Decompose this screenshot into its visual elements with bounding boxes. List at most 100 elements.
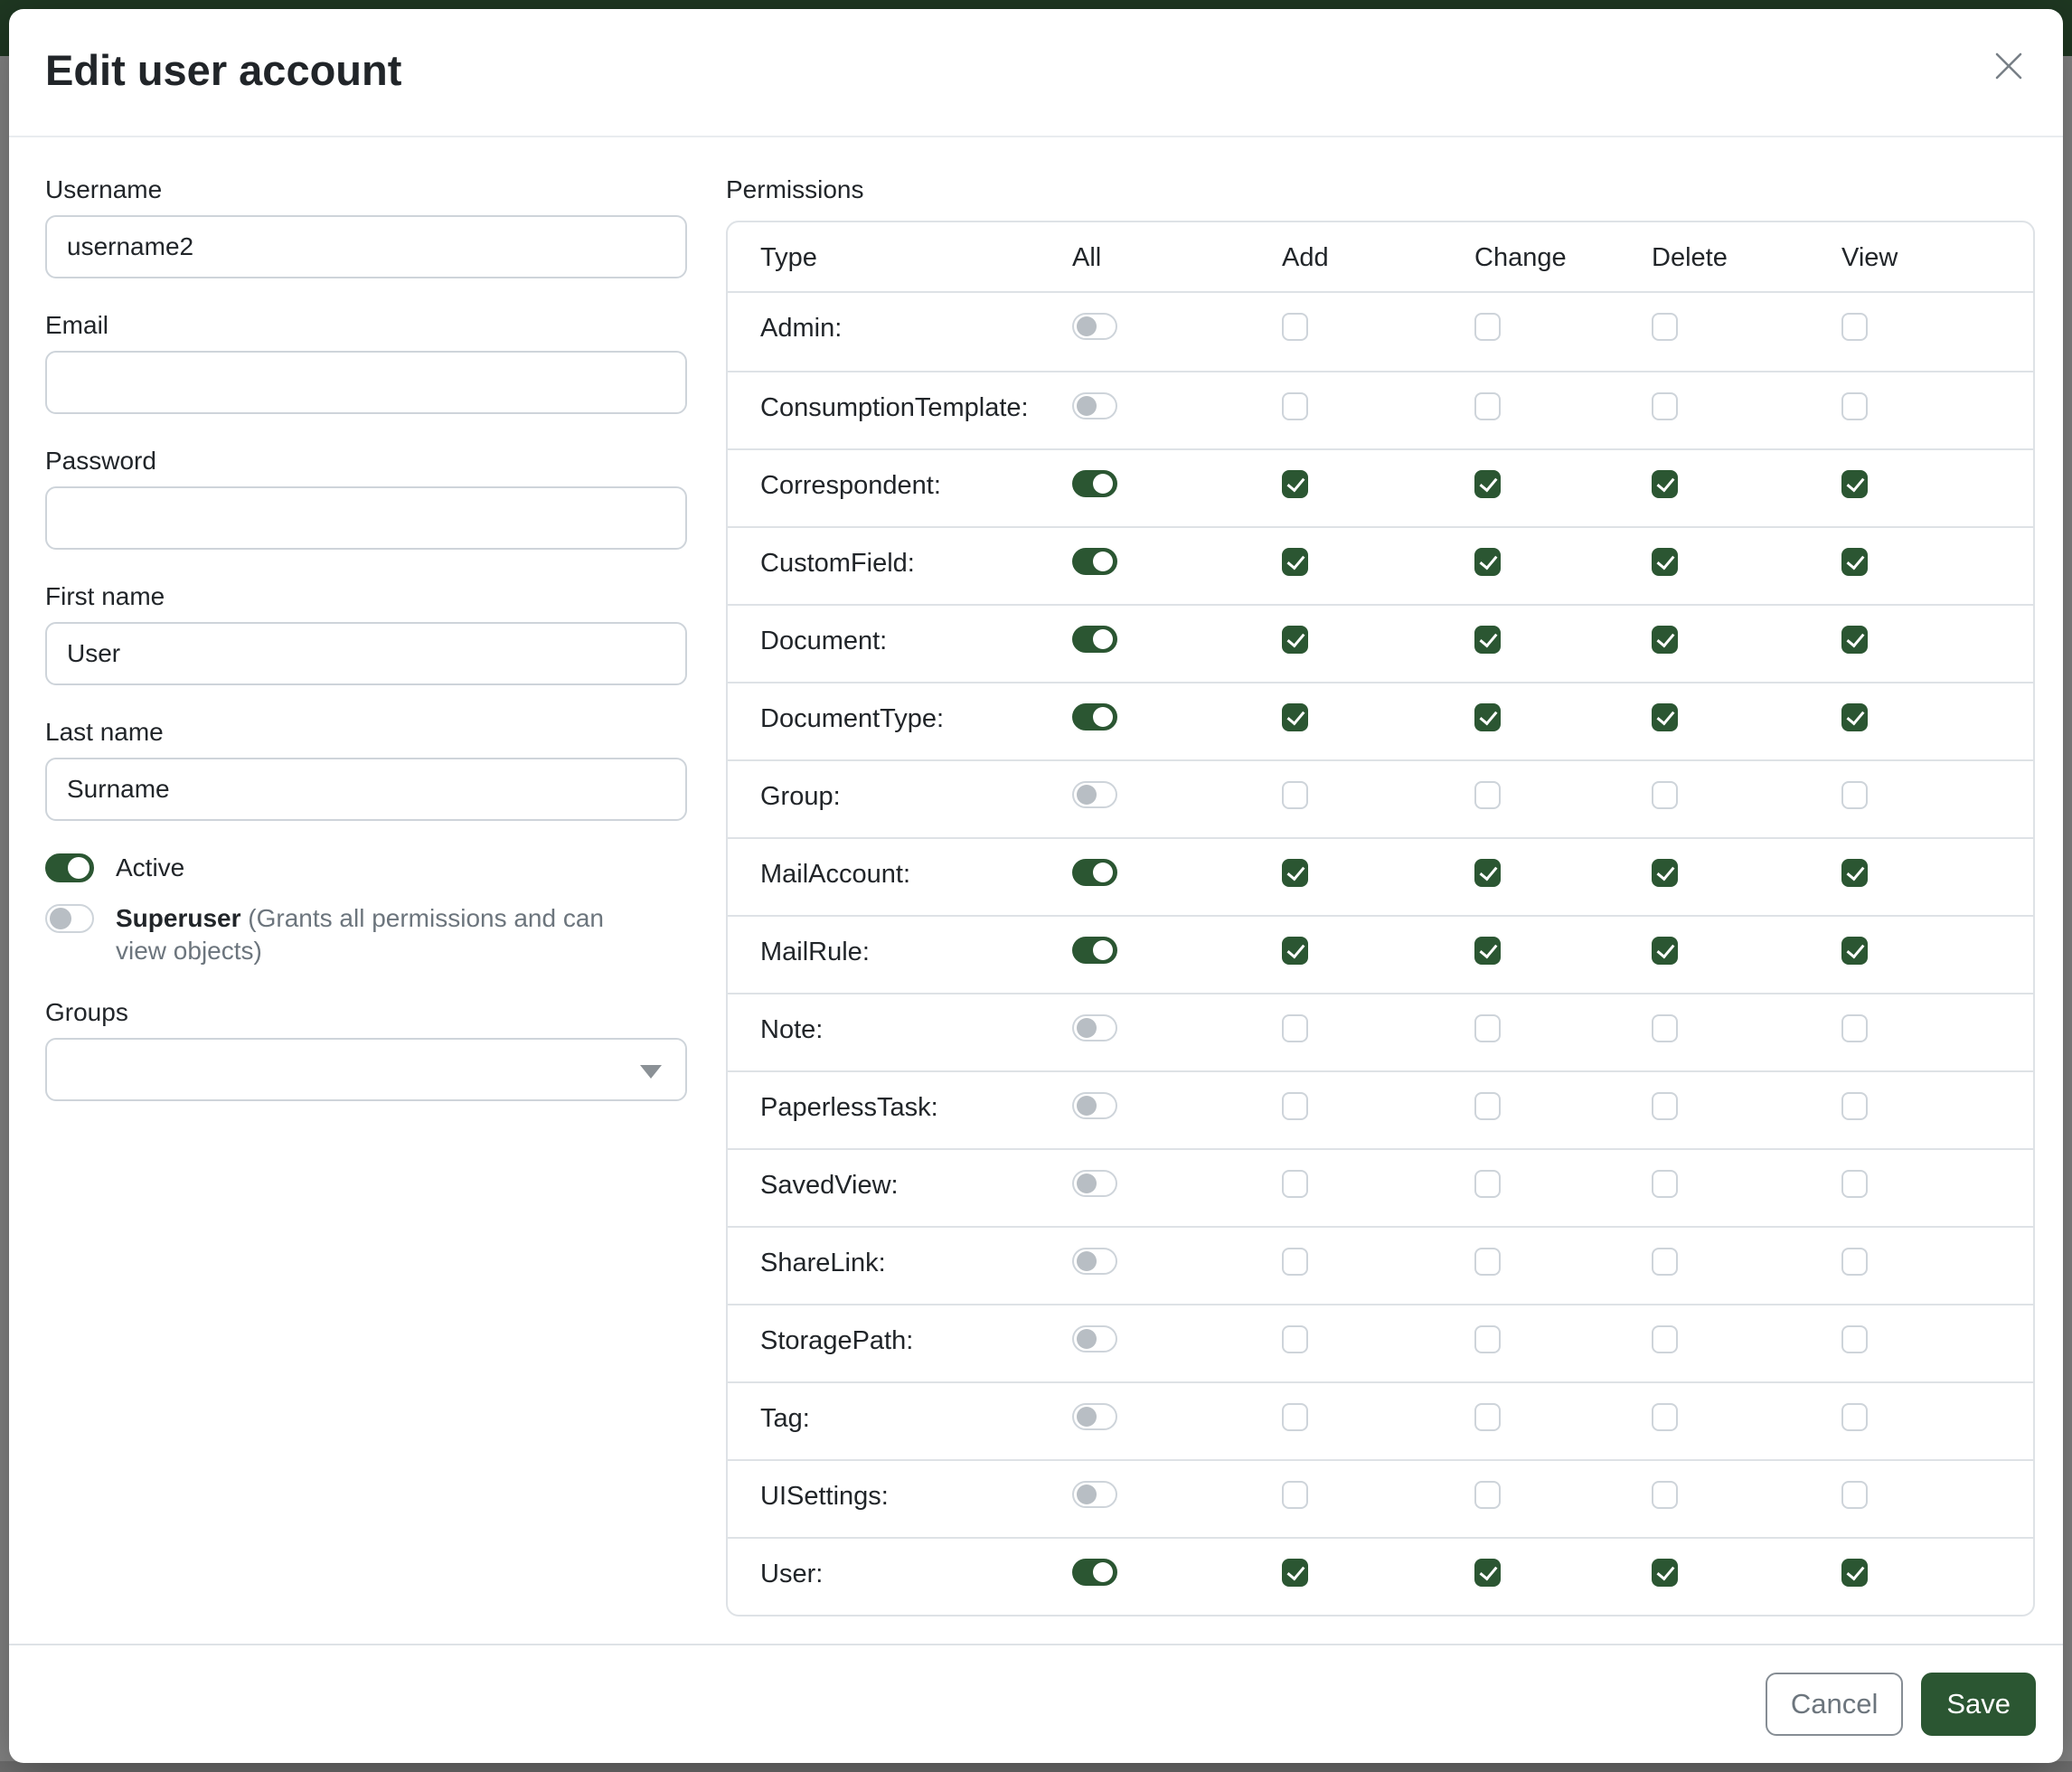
- perm-sharelink-view-checkbox[interactable]: [1841, 1248, 1868, 1276]
- perm-note-add-checkbox[interactable]: [1282, 1014, 1308, 1042]
- perm-tag-add-checkbox[interactable]: [1282, 1403, 1308, 1431]
- perm-user-all-toggle[interactable]: [1072, 1559, 1117, 1586]
- perm-note-change-checkbox[interactable]: [1474, 1014, 1501, 1042]
- perm-tag-view-checkbox[interactable]: [1841, 1403, 1868, 1431]
- perm-note-delete-checkbox[interactable]: [1652, 1014, 1678, 1042]
- perm-uisettings-change-checkbox[interactable]: [1474, 1481, 1501, 1509]
- perm-document-all-toggle[interactable]: [1072, 626, 1117, 653]
- perm-mailaccount-change-checkbox[interactable]: [1474, 859, 1501, 887]
- perm-uisettings-view-checkbox[interactable]: [1841, 1481, 1868, 1509]
- perm-group-delete-checkbox[interactable]: [1652, 781, 1678, 809]
- perm-admin-all-toggle[interactable]: [1072, 313, 1117, 340]
- perm-mailaccount-all-toggle[interactable]: [1072, 859, 1117, 886]
- active-toggle[interactable]: [45, 853, 94, 882]
- perm-admin-add-checkbox[interactable]: [1282, 313, 1308, 341]
- perm-tag-delete-checkbox[interactable]: [1652, 1403, 1678, 1431]
- perm-mailrule-add-checkbox[interactable]: [1282, 937, 1308, 965]
- perm-storagepath-add-checkbox[interactable]: [1282, 1325, 1308, 1353]
- perm-admin-delete-checkbox[interactable]: [1652, 313, 1678, 341]
- perm-documenttype-view-checkbox[interactable]: [1841, 703, 1868, 731]
- perm-storagepath-view-checkbox[interactable]: [1841, 1325, 1868, 1353]
- perm-paperlesstask-view-checkbox[interactable]: [1841, 1092, 1868, 1120]
- perm-mailrule-change-checkbox[interactable]: [1474, 937, 1501, 965]
- perm-storagepath-delete-checkbox[interactable]: [1652, 1325, 1678, 1353]
- perm-consumptiontemplate-add-checkbox[interactable]: [1282, 392, 1308, 420]
- perm-correspondent-delete-checkbox[interactable]: [1652, 470, 1678, 498]
- perm-correspondent-view-checkbox[interactable]: [1841, 470, 1868, 498]
- perm-documenttype-change-checkbox[interactable]: [1474, 703, 1501, 731]
- perm-correspondent-change-checkbox[interactable]: [1474, 470, 1501, 498]
- groups-select[interactable]: [45, 1038, 687, 1101]
- perm-mailrule-view-checkbox[interactable]: [1841, 937, 1868, 965]
- perm-mailaccount-add-checkbox[interactable]: [1282, 859, 1308, 887]
- perm-document-delete-checkbox[interactable]: [1652, 626, 1678, 654]
- perm-consumptiontemplate-change-checkbox[interactable]: [1474, 392, 1501, 420]
- perm-customfield-add-checkbox[interactable]: [1282, 548, 1308, 576]
- perm-paperlesstask-change-checkbox[interactable]: [1474, 1092, 1501, 1120]
- perm-consumptiontemplate-view-checkbox[interactable]: [1841, 392, 1868, 420]
- permission-change-cell: [1442, 450, 1619, 526]
- perm-tag-change-checkbox[interactable]: [1474, 1403, 1501, 1431]
- perm-group-all-toggle[interactable]: [1072, 781, 1117, 808]
- perm-sharelink-add-checkbox[interactable]: [1282, 1248, 1308, 1276]
- username-input[interactable]: [45, 215, 687, 278]
- perm-note-all-toggle[interactable]: [1072, 1014, 1117, 1042]
- first-name-field[interactable]: [45, 622, 687, 685]
- perm-correspondent-add-checkbox[interactable]: [1282, 470, 1308, 498]
- perm-admin-change-checkbox[interactable]: [1474, 313, 1501, 341]
- perm-paperlesstask-all-toggle[interactable]: [1072, 1092, 1117, 1119]
- perm-customfield-delete-checkbox[interactable]: [1652, 548, 1678, 576]
- perm-savedview-view-checkbox[interactable]: [1841, 1170, 1868, 1198]
- perm-document-add-checkbox[interactable]: [1282, 626, 1308, 654]
- permission-view-cell: [1809, 683, 2033, 759]
- perm-savedview-all-toggle[interactable]: [1072, 1170, 1117, 1197]
- perm-user-view-checkbox[interactable]: [1841, 1559, 1868, 1587]
- perm-savedview-change-checkbox[interactable]: [1474, 1170, 1501, 1198]
- close-button[interactable]: [1987, 45, 2030, 89]
- perm-mailaccount-delete-checkbox[interactable]: [1652, 859, 1678, 887]
- perm-savedview-add-checkbox[interactable]: [1282, 1170, 1308, 1198]
- perm-storagepath-change-checkbox[interactable]: [1474, 1325, 1501, 1353]
- perm-uisettings-all-toggle[interactable]: [1072, 1481, 1117, 1508]
- perm-uisettings-add-checkbox[interactable]: [1282, 1481, 1308, 1509]
- email-field[interactable]: [45, 351, 687, 414]
- perm-customfield-all-toggle[interactable]: [1072, 548, 1117, 575]
- perm-customfield-change-checkbox[interactable]: [1474, 548, 1501, 576]
- toggle-knob: [1077, 396, 1097, 416]
- perm-consumptiontemplate-all-toggle[interactable]: [1072, 392, 1117, 419]
- perm-tag-all-toggle[interactable]: [1072, 1403, 1117, 1430]
- perm-documenttype-all-toggle[interactable]: [1072, 703, 1117, 730]
- perm-consumptiontemplate-delete-checkbox[interactable]: [1652, 392, 1678, 420]
- perm-document-view-checkbox[interactable]: [1841, 626, 1868, 654]
- perm-uisettings-delete-checkbox[interactable]: [1652, 1481, 1678, 1509]
- perm-paperlesstask-add-checkbox[interactable]: [1282, 1092, 1308, 1120]
- perm-documenttype-delete-checkbox[interactable]: [1652, 703, 1678, 731]
- permission-view-cell: [1809, 761, 2033, 837]
- perm-group-change-checkbox[interactable]: [1474, 781, 1501, 809]
- perm-mailaccount-view-checkbox[interactable]: [1841, 859, 1868, 887]
- perm-user-change-checkbox[interactable]: [1474, 1559, 1501, 1587]
- perm-documenttype-add-checkbox[interactable]: [1282, 703, 1308, 731]
- perm-user-delete-checkbox[interactable]: [1652, 1559, 1678, 1587]
- perm-mailrule-all-toggle[interactable]: [1072, 937, 1117, 964]
- cancel-button[interactable]: Cancel: [1766, 1673, 1904, 1736]
- perm-correspondent-all-toggle[interactable]: [1072, 470, 1117, 497]
- perm-mailrule-delete-checkbox[interactable]: [1652, 937, 1678, 965]
- perm-group-add-checkbox[interactable]: [1282, 781, 1308, 809]
- password-field[interactable]: [45, 486, 687, 550]
- perm-document-change-checkbox[interactable]: [1474, 626, 1501, 654]
- perm-user-add-checkbox[interactable]: [1282, 1559, 1308, 1587]
- perm-sharelink-all-toggle[interactable]: [1072, 1248, 1117, 1275]
- superuser-toggle[interactable]: [45, 904, 94, 933]
- save-button[interactable]: Save: [1921, 1673, 2036, 1736]
- perm-group-view-checkbox[interactable]: [1841, 781, 1868, 809]
- last-name-field[interactable]: [45, 758, 687, 821]
- perm-sharelink-change-checkbox[interactable]: [1474, 1248, 1501, 1276]
- perm-savedview-delete-checkbox[interactable]: [1652, 1170, 1678, 1198]
- perm-paperlesstask-delete-checkbox[interactable]: [1652, 1092, 1678, 1120]
- perm-admin-view-checkbox[interactable]: [1841, 313, 1868, 341]
- perm-sharelink-delete-checkbox[interactable]: [1652, 1248, 1678, 1276]
- perm-customfield-view-checkbox[interactable]: [1841, 548, 1868, 576]
- perm-note-view-checkbox[interactable]: [1841, 1014, 1868, 1042]
- perm-storagepath-all-toggle[interactable]: [1072, 1325, 1117, 1353]
